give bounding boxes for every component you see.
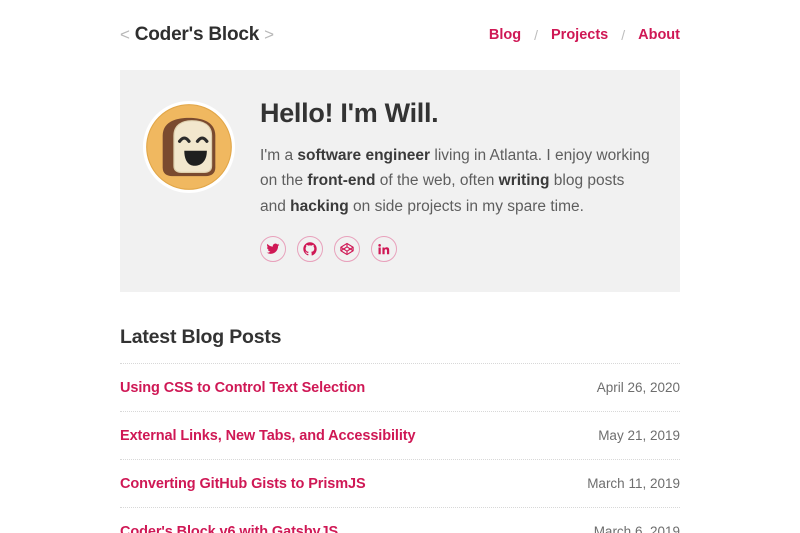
bio-bold-software-engineer: software engineer (297, 147, 431, 164)
bread-slice-avatar-icon (142, 100, 236, 194)
social-link-github[interactable] (297, 235, 323, 262)
hero-title: Hello! I'm Will. (260, 98, 439, 128)
nav-item-projects[interactable]: Projects (551, 27, 608, 43)
post-title-link[interactable]: Using CSS to Control Text Selection (120, 380, 365, 396)
twitter-icon (266, 243, 280, 254)
avatar (142, 100, 236, 194)
section-title: Latest Blog Posts (120, 325, 282, 348)
nav-item-about[interactable]: About (638, 27, 680, 43)
list-item[interactable]: Converting GitHub Gists to PrismJS March… (120, 458, 680, 507)
logo-bracket-right-icon: > (264, 25, 274, 44)
post-list: Using CSS to Control Text Selection Apri… (120, 362, 680, 533)
list-item[interactable]: Coder's Block v6 with GatsbyJS March 6, … (120, 506, 680, 533)
post-title-link[interactable]: Converting GitHub Gists to PrismJS (120, 476, 366, 492)
post-title-link[interactable]: Coder's Block v6 with GatsbyJS (120, 524, 338, 533)
social-link-linkedin[interactable] (371, 235, 397, 262)
latest-blog-posts-section: Latest Blog Posts Using CSS to Control T… (120, 326, 680, 533)
post-date: March 6, 2019 (593, 523, 680, 533)
logo-bracket-left-icon: < (120, 25, 130, 44)
main-nav: Blog / Projects / About (489, 27, 680, 43)
bio-bold-writing: writing (498, 172, 550, 190)
page-root: < Coder's Block > Blog / Projects / Abou… (0, 0, 800, 533)
linkedin-icon (378, 243, 390, 254)
site-logo[interactable]: < Coder's Block > (120, 24, 274, 46)
list-item[interactable]: External Links, New Tabs, and Accessibil… (120, 410, 680, 459)
bio-bold-front-end: front-end (307, 172, 376, 190)
nav-item-blog[interactable]: Blog (489, 27, 521, 43)
list-item[interactable]: Using CSS to Control Text Selection Apri… (120, 362, 680, 411)
hero-body: Hello! I'm Will. I'm a software engineer… (260, 96, 654, 262)
hero-bio: I'm a software engineer living in Atlant… (260, 143, 654, 219)
bio-part-1: I'm a (260, 147, 298, 164)
site-header: < Coder's Block > Blog / Projects / Abou… (120, 0, 680, 70)
github-icon (303, 242, 317, 256)
bio-part-5: on side projects in my spare time. (348, 197, 584, 215)
hero-intro-card: Hello! I'm Will. I'm a software engineer… (120, 70, 680, 292)
social-link-codepen[interactable] (334, 235, 360, 262)
nav-separator: / (534, 27, 538, 43)
post-title-link[interactable]: External Links, New Tabs, and Accessibil… (120, 428, 416, 444)
post-date: April 26, 2020 (596, 379, 680, 395)
logo-text: Coder's Block (134, 24, 260, 45)
post-date: March 11, 2019 (587, 475, 680, 491)
social-links (260, 235, 654, 262)
bio-part-3: of the web, often (375, 172, 499, 190)
nav-separator: / (621, 27, 626, 43)
social-link-twitter[interactable] (260, 235, 286, 262)
post-date: May 21, 2019 (598, 427, 680, 443)
page-container: < Coder's Block > Blog / Projects / Abou… (120, 0, 680, 533)
bio-bold-hacking: hacking (290, 197, 349, 215)
codepen-icon (340, 242, 354, 255)
